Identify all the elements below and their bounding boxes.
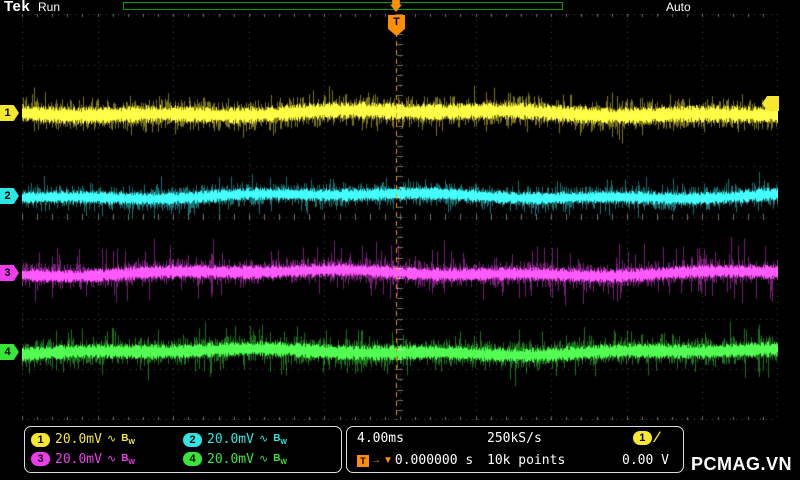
trigger-slope-icon: ∕ bbox=[655, 429, 659, 446]
sample-rate: 250kS/s bbox=[487, 431, 542, 446]
trigger-flag-label: T bbox=[393, 16, 400, 28]
trigger-t-icon: T bbox=[357, 454, 369, 467]
channel-1-marker-label: 1 bbox=[4, 107, 11, 119]
horizontal-trigger-box: 4.00ms T → ▼ 0.000000 s 250kS/s 10k poin… bbox=[346, 426, 684, 473]
channel-4-scale: 20.0mV bbox=[207, 451, 254, 467]
channel-4-bandwidth-icon: BW bbox=[273, 452, 288, 466]
channel-1-scale: 20.0mV bbox=[55, 432, 102, 448]
channel-4-badge[interactable]: 4 bbox=[183, 452, 202, 467]
trigger-time-readout: T → ▼ 0.000000 s bbox=[357, 453, 487, 468]
channel-3-readout: 3 20.0mV ∿ BW bbox=[31, 452, 183, 467]
channel-2-badge[interactable]: 2 bbox=[183, 432, 202, 447]
trigger-level-value: 0.00 V bbox=[622, 453, 669, 468]
acquisition-run-status: Run bbox=[38, 0, 61, 14]
channel-3-bandwidth-icon: BW bbox=[121, 452, 136, 466]
channel-2-marker-label: 2 bbox=[4, 190, 11, 202]
channel-2-readout: 2 20.0mV ∿ BW bbox=[183, 432, 335, 447]
channel-2-bandwidth-icon: BW bbox=[273, 433, 288, 447]
graticule-area bbox=[22, 14, 778, 420]
tek-logo: Tek bbox=[4, 0, 31, 15]
waveform-canvas bbox=[22, 14, 778, 420]
channel-1-position-marker[interactable]: 1 bbox=[0, 105, 19, 121]
channel-readouts-box: 1 20.0mV ∿ BW 2 20.0mV ∿ BW 3 20.0mV ∿ B… bbox=[24, 426, 342, 473]
record-view-bar[interactable] bbox=[123, 2, 563, 10]
channel-1-readout: 1 20.0mV ∿ BW bbox=[31, 432, 183, 447]
trigger-mode-label: Auto bbox=[666, 0, 691, 14]
channel-4-position-marker[interactable]: 4 bbox=[0, 344, 19, 360]
channel-4-coupling-icon: ∿ bbox=[258, 452, 269, 465]
channel-4-readout: 4 20.0mV ∿ BW bbox=[183, 452, 335, 467]
time-per-division: 4.00ms bbox=[357, 431, 404, 446]
trigger-source-readout: 1 ∕ bbox=[632, 429, 659, 446]
channel-4-marker-label: 4 bbox=[4, 346, 11, 358]
oscilloscope-screen: Tek Run Auto T 1 2 3 4 1 20.0mV ∿ BW 2 2… bbox=[0, 0, 800, 480]
trigger-time-value: 0.000000 s bbox=[394, 453, 474, 468]
trigger-arrow-icon: → bbox=[371, 454, 381, 466]
trigger-source-badge[interactable]: 1 bbox=[632, 431, 652, 445]
channel-1-coupling-icon: ∿ bbox=[106, 433, 117, 446]
channel-2-coupling-icon: ∿ bbox=[258, 433, 269, 446]
channel-3-marker-label: 3 bbox=[4, 267, 11, 279]
channel-3-scale: 20.0mV bbox=[55, 451, 102, 467]
channel-3-position-marker[interactable]: 3 bbox=[0, 265, 19, 281]
channel-3-coupling-icon: ∿ bbox=[106, 452, 117, 465]
trigger-delay-icon: ▼ bbox=[383, 454, 393, 466]
record-length: 10k points bbox=[487, 453, 566, 468]
channel-2-position-marker[interactable]: 2 bbox=[0, 188, 19, 204]
channel-3-badge[interactable]: 3 bbox=[31, 452, 50, 467]
watermark: PCMAG.VN bbox=[690, 454, 792, 474]
channel-1-bandwidth-icon: BW bbox=[121, 433, 136, 447]
channel-1-badge[interactable]: 1 bbox=[31, 432, 50, 447]
channel-2-scale: 20.0mV bbox=[207, 432, 254, 448]
